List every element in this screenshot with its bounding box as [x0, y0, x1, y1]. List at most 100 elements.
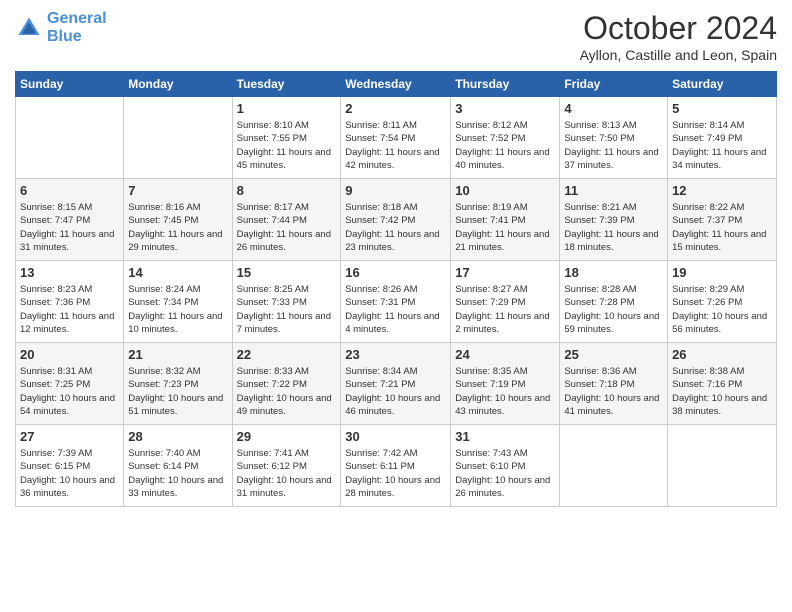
calendar-cell: 2Sunrise: 8:11 AMSunset: 7:54 PMDaylight…: [341, 97, 451, 179]
day-number: 15: [237, 264, 337, 282]
location: Ayllon, Castille and Leon, Spain: [580, 47, 777, 63]
day-info: Sunset: 6:14 PM: [128, 460, 227, 473]
day-info: Daylight: 11 hours and 26 minutes.: [237, 228, 337, 255]
calendar-cell: 1Sunrise: 8:10 AMSunset: 7:55 PMDaylight…: [232, 97, 341, 179]
day-info: Sunrise: 8:18 AM: [345, 201, 446, 214]
day-number: 6: [20, 182, 119, 200]
day-info: Sunrise: 7:41 AM: [237, 447, 337, 460]
day-info: Sunset: 7:36 PM: [20, 296, 119, 309]
calendar-week-row: 6Sunrise: 8:15 AMSunset: 7:47 PM Daylight…: [16, 179, 777, 261]
calendar-cell: 3Sunrise: 8:12 AMSunset: 7:52 PMDaylight…: [451, 97, 560, 179]
day-info: Sunrise: 8:15 AM: [20, 201, 119, 214]
day-info: Daylight: 11 hours and 15 minutes.: [672, 228, 772, 255]
day-info: Daylight: 10 hours and 36 minutes.: [20, 474, 119, 501]
day-number: 1: [237, 100, 337, 118]
day-info: Sunrise: 8:17 AM: [237, 201, 337, 214]
day-number: 27: [20, 428, 119, 446]
calendar-cell: 18Sunrise: 8:28 AMSunset: 7:28 PMDayligh…: [560, 261, 668, 343]
day-info: Daylight: 11 hours and 10 minutes.: [128, 310, 227, 337]
day-info: Sunrise: 7:40 AM: [128, 447, 227, 460]
calendar-cell: 16Sunrise: 8:26 AMSunset: 7:31 PMDayligh…: [341, 261, 451, 343]
day-info: Daylight: 11 hours and 18 minutes.: [564, 228, 663, 255]
calendar-cell: [124, 97, 232, 179]
calendar-week-row: 20Sunrise: 8:31 AMSunset: 7:25 PMDayligh…: [16, 343, 777, 425]
day-info: Daylight: 10 hours and 41 minutes.: [564, 392, 663, 419]
day-info: Sunrise: 8:25 AM: [237, 283, 337, 296]
day-info: Daylight: 11 hours and 21 minutes.: [455, 228, 555, 255]
calendar-week-row: 1Sunrise: 8:10 AMSunset: 7:55 PM Daylight…: [16, 97, 777, 179]
day-info: Sunrise: 8:10 AM: [237, 119, 337, 132]
calendar-cell: 10Sunrise: 8:19 AMSunset: 7:41 PMDayligh…: [451, 179, 560, 261]
day-number: 14: [128, 264, 227, 282]
calendar-cell: 21Sunrise: 8:32 AMSunset: 7:23 PMDayligh…: [124, 343, 232, 425]
calendar-cell: [560, 425, 668, 507]
day-number: 18: [564, 264, 663, 282]
day-info: Sunset: 7:55 PM: [237, 132, 337, 145]
calendar-cell: 28Sunrise: 7:40 AMSunset: 6:14 PMDayligh…: [124, 425, 232, 507]
day-info: Sunrise: 8:38 AM: [672, 365, 772, 378]
day-info: Daylight: 10 hours and 28 minutes.: [345, 474, 446, 501]
calendar-cell: 15Sunrise: 8:25 AMSunset: 7:33 PMDayligh…: [232, 261, 341, 343]
day-number: 19: [672, 264, 772, 282]
calendar-cell: 26Sunrise: 8:38 AMSunset: 7:16 PMDayligh…: [668, 343, 777, 425]
calendar-cell: 8Sunrise: 8:17 AMSunset: 7:44 PMDaylight…: [232, 179, 341, 261]
day-number: 8: [237, 182, 337, 200]
day-info: Daylight: 10 hours and 51 minutes.: [128, 392, 227, 419]
day-info: Sunset: 7:23 PM: [128, 378, 227, 391]
weekday-header: Tuesday: [232, 72, 341, 97]
day-number: 22: [237, 346, 337, 364]
day-info: Sunrise: 8:27 AM: [455, 283, 555, 296]
day-info: Daylight: 10 hours and 31 minutes.: [237, 474, 337, 501]
calendar-cell: 30Sunrise: 7:42 AMSunset: 6:11 PMDayligh…: [341, 425, 451, 507]
day-info: Sunset: 6:11 PM: [345, 460, 446, 473]
day-number: 12: [672, 182, 772, 200]
logo-text: General Blue: [47, 10, 107, 45]
day-info: Sunrise: 8:13 AM: [564, 119, 663, 132]
day-info: Daylight: 11 hours and 37 minutes.: [564, 146, 663, 173]
day-info: Sunset: 7:49 PM: [672, 132, 772, 145]
calendar-cell: [668, 425, 777, 507]
day-number: 10: [455, 182, 555, 200]
calendar-cell: 5Sunrise: 8:14 AMSunset: 7:49 PMDaylight…: [668, 97, 777, 179]
logo: General Blue: [15, 10, 107, 45]
calendar-cell: 4Sunrise: 8:13 AMSunset: 7:50 PMDaylight…: [560, 97, 668, 179]
day-info: Sunrise: 8:32 AM: [128, 365, 227, 378]
weekday-header: Wednesday: [341, 72, 451, 97]
day-info: Sunrise: 7:42 AM: [345, 447, 446, 460]
day-number: 24: [455, 346, 555, 364]
calendar-cell: 22Sunrise: 8:33 AMSunset: 7:22 PMDayligh…: [232, 343, 341, 425]
day-info: Daylight: 10 hours and 59 minutes.: [564, 310, 663, 337]
day-info: Sunset: 6:10 PM: [455, 460, 555, 473]
day-info: Sunset: 7:44 PM: [237, 214, 337, 227]
day-info: Sunrise: 8:26 AM: [345, 283, 446, 296]
day-info: Daylight: 10 hours and 49 minutes.: [237, 392, 337, 419]
day-info: Daylight: 11 hours and 7 minutes.: [237, 310, 337, 337]
calendar-cell: 31Sunrise: 7:43 AMSunset: 6:10 PMDayligh…: [451, 425, 560, 507]
day-info: Sunset: 7:31 PM: [345, 296, 446, 309]
calendar-cell: 17Sunrise: 8:27 AMSunset: 7:29 PMDayligh…: [451, 261, 560, 343]
day-number: 20: [20, 346, 119, 364]
day-info: Sunset: 7:50 PM: [564, 132, 663, 145]
calendar-cell: 27Sunrise: 7:39 AMSunset: 6:15 PMDayligh…: [16, 425, 124, 507]
day-info: Sunrise: 8:31 AM: [20, 365, 119, 378]
day-info: Sunset: 7:45 PM: [128, 214, 227, 227]
day-info: Sunset: 6:15 PM: [20, 460, 119, 473]
day-info: Sunset: 7:47 PM: [20, 214, 119, 227]
day-info: Sunset: 7:22 PM: [237, 378, 337, 391]
day-number: 2: [345, 100, 446, 118]
day-info: Sunrise: 8:12 AM: [455, 119, 555, 132]
day-info: Daylight: 10 hours and 43 minutes.: [455, 392, 555, 419]
day-info: Sunrise: 8:35 AM: [455, 365, 555, 378]
page: General Blue October 2024 Ayllon, Castil…: [0, 0, 792, 612]
weekday-header-row: SundayMondayTuesdayWednesdayThursdayFrid…: [16, 72, 777, 97]
day-info: Sunset: 7:54 PM: [345, 132, 446, 145]
day-info: Sunrise: 8:34 AM: [345, 365, 446, 378]
calendar-week-row: 27Sunrise: 7:39 AMSunset: 6:15 PMDayligh…: [16, 425, 777, 507]
day-info: Sunset: 7:37 PM: [672, 214, 772, 227]
calendar-cell: 9Sunrise: 8:18 AMSunset: 7:42 PMDaylight…: [341, 179, 451, 261]
day-info: Sunset: 7:34 PM: [128, 296, 227, 309]
day-number: 4: [564, 100, 663, 118]
day-info: Daylight: 10 hours and 46 minutes.: [345, 392, 446, 419]
day-info: Sunrise: 8:16 AM: [128, 201, 227, 214]
day-info: Daylight: 10 hours and 54 minutes.: [20, 392, 119, 419]
